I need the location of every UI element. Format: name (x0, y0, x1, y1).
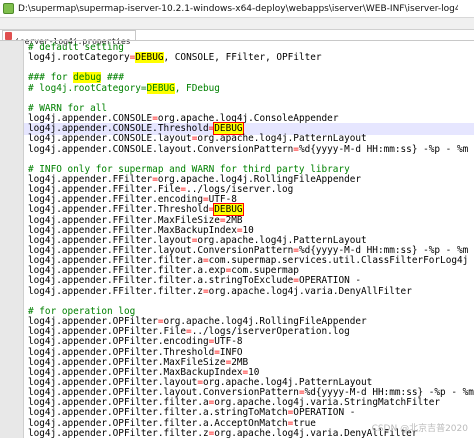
toolbar (0, 18, 474, 30)
code-editor[interactable]: 1# default setting2log4j.rootCategory=DE… (24, 41, 474, 438)
file-modified-icon (5, 32, 12, 40)
window-title: D:\supermap\supermap-iserver-10.2.1-wind… (18, 4, 458, 14)
line-number-gutter (0, 41, 24, 438)
notepad-plus-plus-icon (3, 3, 14, 14)
title-bar: D:\supermap\supermap-iserver-10.2.1-wind… (0, 0, 474, 18)
watermark: CSDN @北京吉普2020 (371, 424, 468, 434)
code-token: log4j.appender.OPFilter.filter.z (28, 427, 209, 438)
code-text: log4j.appender.OPFilter.filter.z=org.apa… (28, 428, 417, 438)
